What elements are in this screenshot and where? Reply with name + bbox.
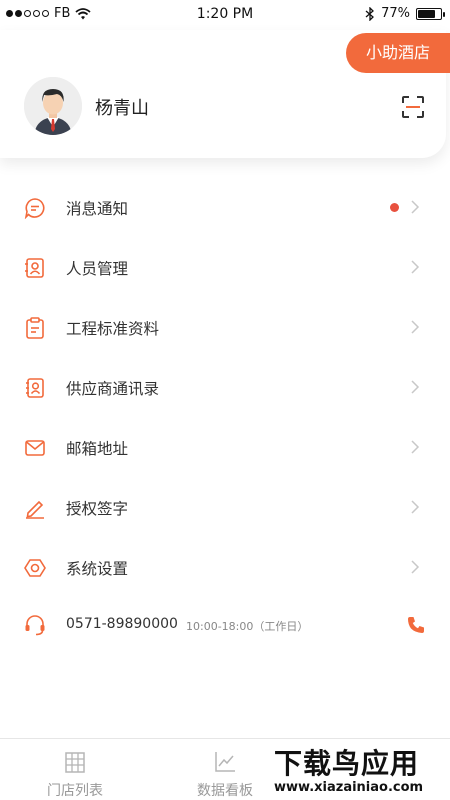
chart-icon xyxy=(215,752,235,772)
menu-item-settings[interactable]: 系统设置 xyxy=(0,537,450,597)
bluetooth-icon xyxy=(365,6,375,21)
scan-icon[interactable] xyxy=(401,95,425,119)
menu-item-engineering-standards[interactable]: 工程标准资料 xyxy=(0,297,450,357)
menu-item-personnel[interactable]: 人员管理 xyxy=(0,237,450,297)
hotline-number[interactable]: 0571-89890000 xyxy=(66,616,178,632)
customer-service-icon xyxy=(25,615,45,636)
contacts-icon xyxy=(26,378,44,398)
chevron-right-icon xyxy=(411,380,420,394)
pen-icon xyxy=(26,500,44,519)
battery-icon xyxy=(416,7,445,20)
chevron-right-icon xyxy=(411,560,420,574)
unread-badge xyxy=(390,203,399,212)
menu-item-supplier-contacts[interactable]: 供应商通讯录 xyxy=(0,357,450,417)
menu-item-signature[interactable]: 授权签字 xyxy=(0,477,450,537)
hotel-assistant-button[interactable]: 小助酒店 xyxy=(346,33,450,73)
menu-item-label: 供应商通讯录 xyxy=(66,380,160,398)
watermark-title: 下载鸟应用 xyxy=(274,747,420,780)
menu-item-label: 邮箱地址 xyxy=(66,440,129,458)
avatar[interactable] xyxy=(24,77,82,135)
chevron-right-icon xyxy=(411,320,420,334)
status-bar: FB 1:20 PM 77% xyxy=(0,0,450,30)
watermark: 下载鸟应用 www.xiazainiao.com xyxy=(268,738,450,800)
battery-percent: 77% xyxy=(381,6,410,21)
menu-item-label: 工程标准资料 xyxy=(66,320,160,338)
message-icon xyxy=(24,198,45,219)
mail-icon xyxy=(25,440,45,456)
user-name: 杨青山 xyxy=(95,98,149,119)
menu-item-label: 消息通知 xyxy=(66,200,129,218)
personnel-icon xyxy=(25,258,44,278)
building-icon xyxy=(65,752,85,773)
tab-store-list[interactable]: 门店列表 xyxy=(0,739,150,800)
status-right: 77% xyxy=(365,6,445,21)
tab-label: 门店列表 xyxy=(47,783,103,799)
chevron-right-icon xyxy=(411,200,420,214)
menu-item-label: 人员管理 xyxy=(66,260,129,278)
battery-level xyxy=(418,9,435,18)
menu-item-mailbox[interactable]: 邮箱地址 xyxy=(0,417,450,477)
chevron-right-icon xyxy=(411,440,420,454)
clipboard-icon xyxy=(26,317,44,339)
menu-item-messages[interactable]: 消息通知 xyxy=(0,177,450,237)
watermark-url: www.xiazainiao.com xyxy=(274,780,424,795)
phone-icon[interactable] xyxy=(406,615,426,635)
menu-item-label: 授权签字 xyxy=(66,500,129,518)
hotline-hours: 10:00-18:00（工作日） xyxy=(186,620,309,633)
chevron-right-icon xyxy=(411,500,420,514)
settings-icon xyxy=(24,559,46,577)
chevron-right-icon xyxy=(411,260,420,274)
person-avatar-icon xyxy=(24,77,82,135)
menu-item-label: 系统设置 xyxy=(66,560,129,578)
